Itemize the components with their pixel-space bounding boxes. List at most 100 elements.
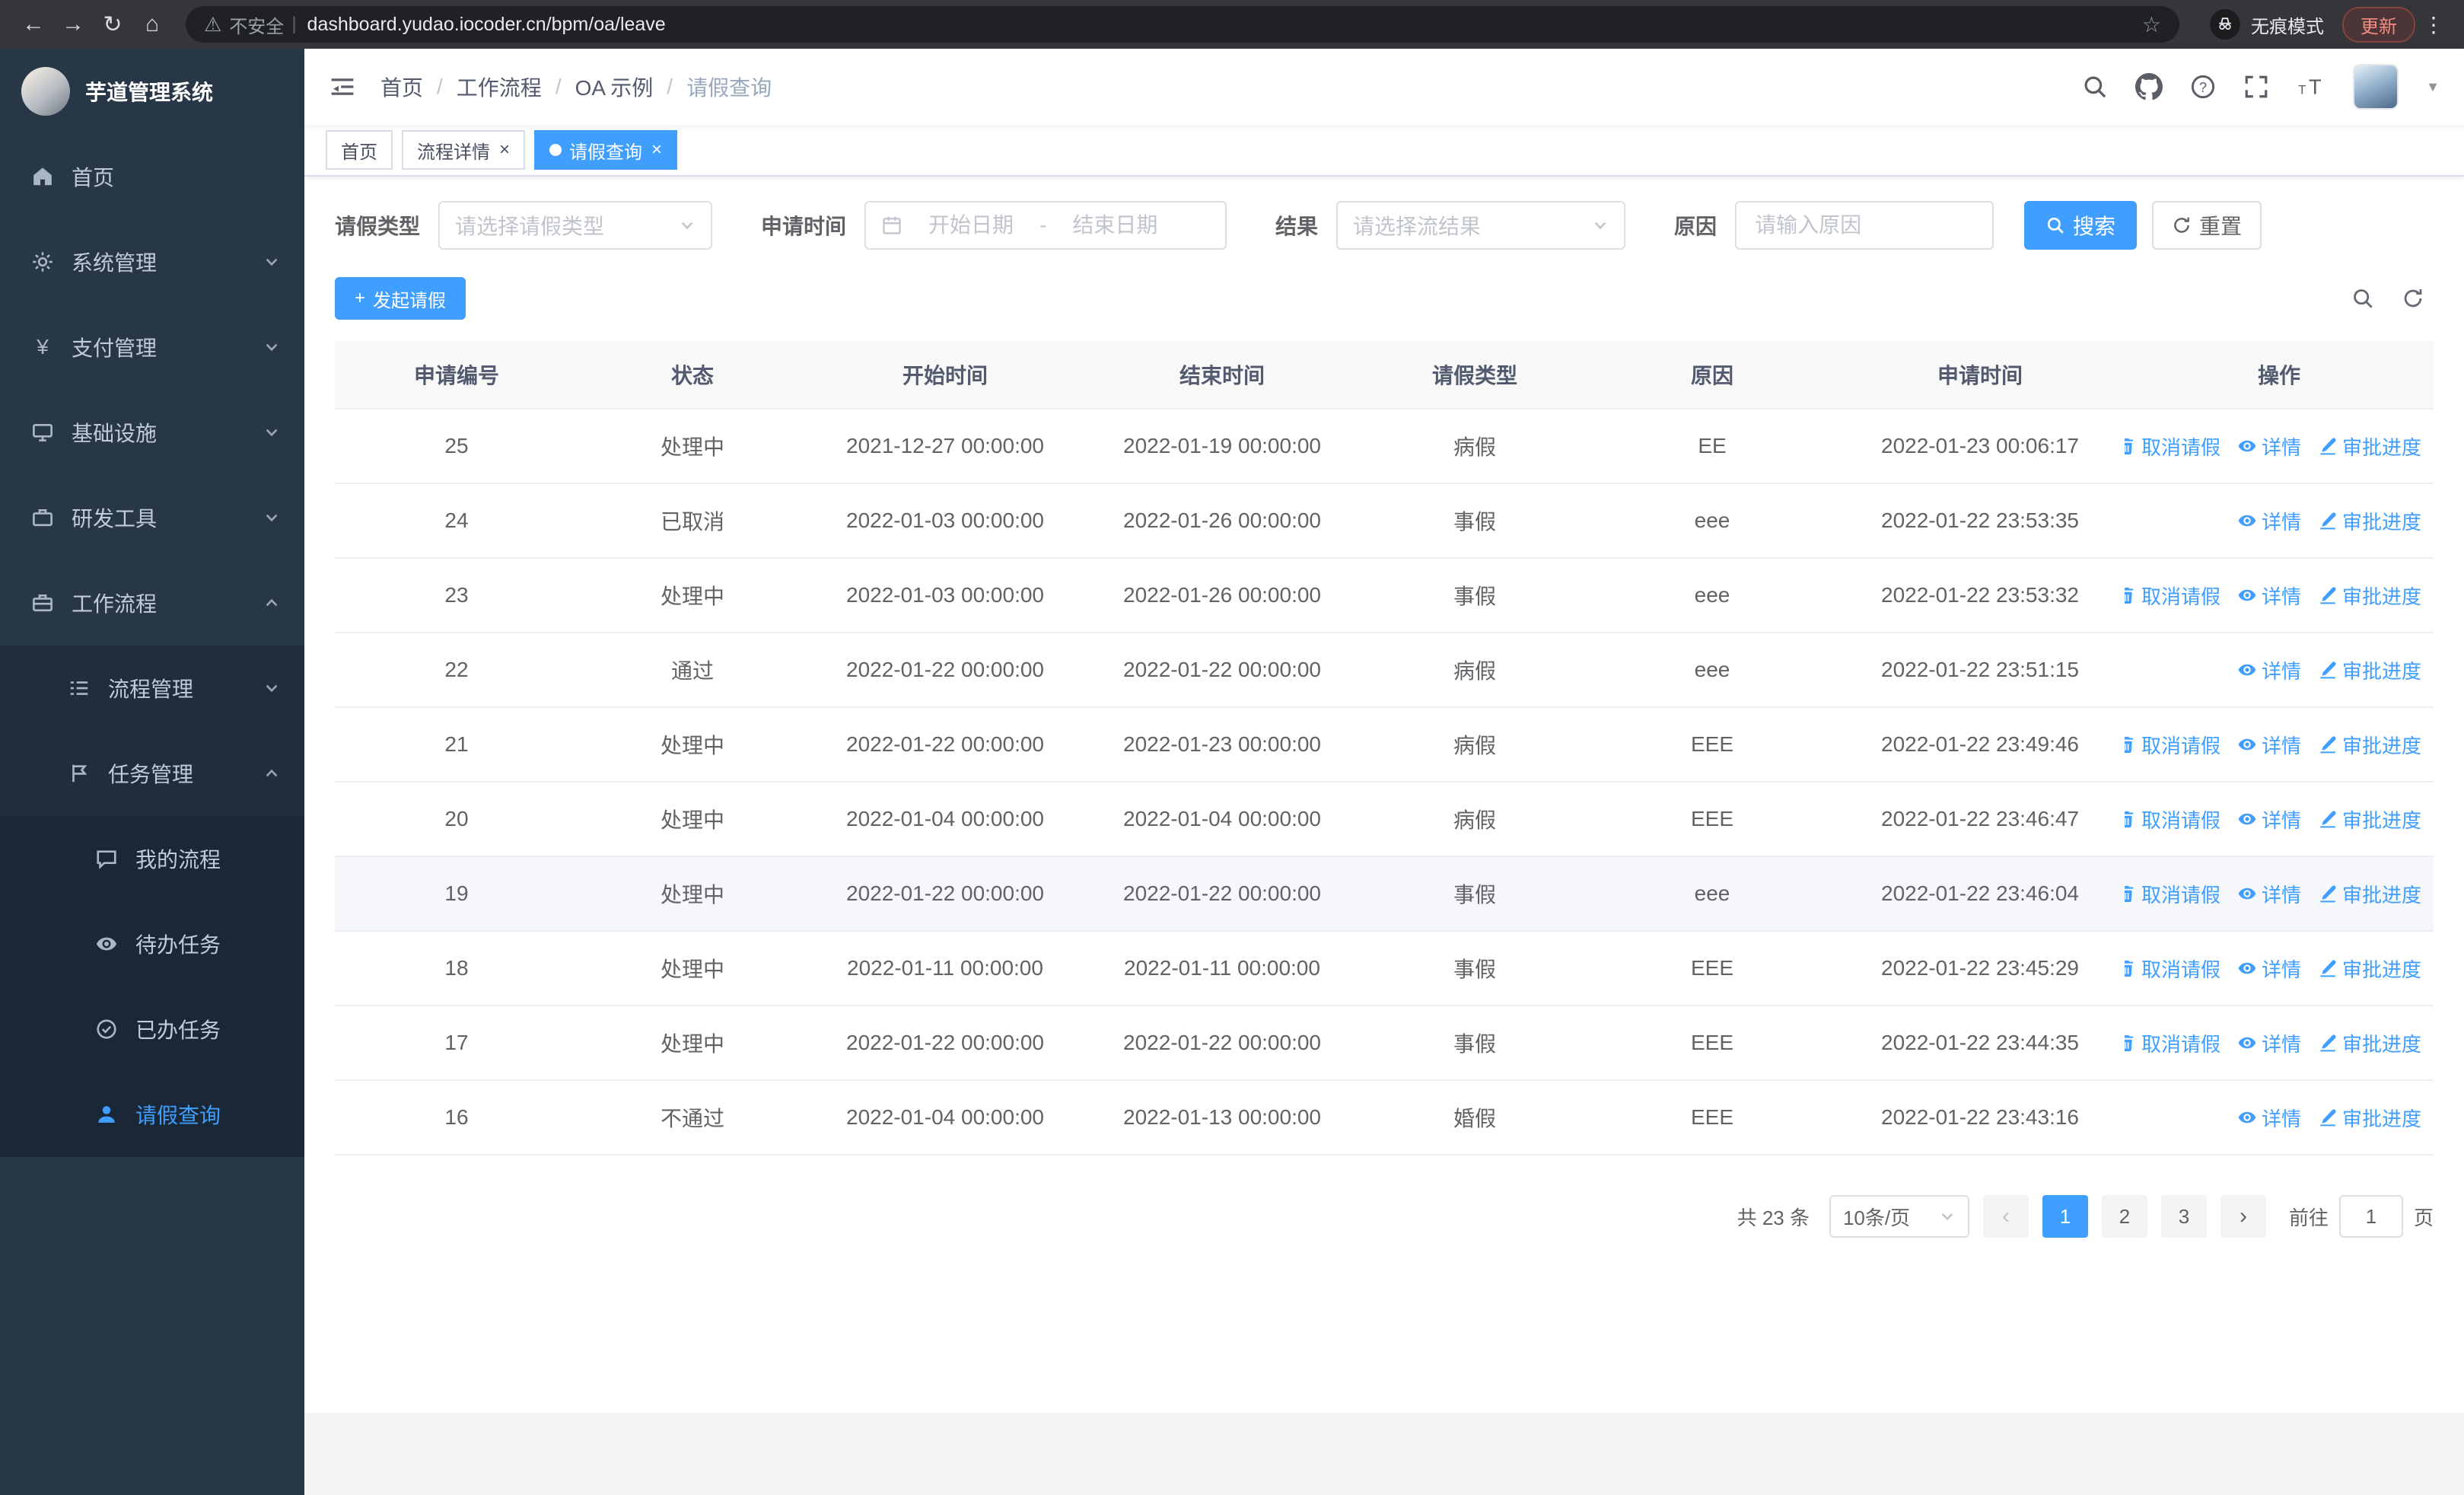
page-button-2[interactable]: 2 — [2101, 1195, 2147, 1238]
prev-page-button[interactable]: ‹ — [1982, 1195, 2029, 1238]
tab-process-detail[interactable]: 流程详情 × — [402, 130, 526, 170]
col-end-time: 结束时间 — [1084, 341, 1361, 410]
address-bar[interactable]: ⚠ 不安全 | dashboard.yudao.iocoder.cn/bpm/o… — [186, 6, 2179, 43]
result-select[interactable]: 请选择流结果 — [1336, 201, 1626, 250]
cancel-action-link[interactable]: 取消请假 — [2125, 1029, 2220, 1057]
close-icon[interactable]: × — [499, 141, 510, 159]
refresh-icon[interactable] — [2402, 287, 2424, 310]
progress-action-link[interactable]: 审批进度 — [2318, 731, 2421, 759]
sidebar-item-todo-tasks[interactable]: 待办任务 — [0, 901, 304, 987]
tab-leave-query[interactable]: 请假查询 × — [534, 130, 678, 170]
progress-action-link[interactable]: 审批进度 — [2318, 582, 2421, 610]
cell-end-time: 2022-01-13 00:00:00 — [1084, 1080, 1361, 1156]
avatar-dropdown-caret-icon[interactable]: ▼ — [2426, 79, 2440, 95]
sidebar-item-leave-query[interactable]: 请假查询 — [0, 1072, 304, 1157]
cell-start-time: 2022-01-04 00:00:00 — [807, 782, 1084, 857]
eye-icon — [2237, 1108, 2257, 1127]
forward-icon[interactable]: → — [55, 6, 91, 43]
cancel-action-link[interactable]: 取消请假 — [2125, 582, 2220, 610]
col-reason: 原因 — [1589, 341, 1835, 410]
cell-leave-type: 病假 — [1361, 633, 1589, 708]
home-icon[interactable]: ⌂ — [134, 6, 170, 43]
edit-icon — [2318, 958, 2338, 978]
detail-action-link[interactable]: 详情 — [2237, 432, 2301, 461]
cancel-action-link[interactable]: 取消请假 — [2125, 432, 2220, 461]
start-date-input[interactable] — [912, 213, 1031, 237]
browser-menu-icon[interactable]: ⋮ — [2418, 12, 2449, 37]
next-page-button[interactable]: › — [2220, 1195, 2266, 1238]
sidebar-item-my-process[interactable]: 我的流程 — [0, 816, 304, 901]
detail-action-link[interactable]: 详情 — [2237, 731, 2301, 759]
search-icon[interactable] — [2082, 74, 2108, 100]
detail-action-link[interactable]: 详情 — [2237, 1029, 2301, 1057]
sidebar-item-process-mgmt[interactable]: 流程管理 — [0, 645, 304, 731]
cell-status: 处理中 — [578, 707, 807, 783]
search-button-label: 搜索 — [2073, 215, 2116, 238]
end-date-input[interactable] — [1055, 213, 1175, 237]
progress-action-link[interactable]: 审批进度 — [2318, 1029, 2421, 1057]
goto-page-input[interactable] — [2338, 1195, 2403, 1238]
progress-action-link[interactable]: 审批进度 — [2318, 656, 2421, 684]
cancel-action-link[interactable]: 取消请假 — [2125, 805, 2220, 834]
progress-action-link[interactable]: 审批进度 — [2318, 1104, 2421, 1132]
sidebar-item-pay[interactable]: ¥ 支付管理 — [0, 304, 304, 390]
detail-action-link[interactable]: 详情 — [2237, 1104, 2301, 1132]
github-icon[interactable] — [2135, 73, 2163, 100]
page-button-1[interactable]: 1 — [2042, 1195, 2088, 1238]
cancel-action-link[interactable]: 取消请假 — [2125, 955, 2220, 983]
cell-start-time: 2022-01-03 00:00:00 — [807, 558, 1084, 633]
detail-action-link[interactable]: 详情 — [2237, 805, 2301, 834]
table-row: 18 处理中 2022-01-11 00:00:00 2022-01-11 00… — [335, 931, 2434, 1006]
user-avatar[interactable] — [2353, 64, 2399, 110]
reload-icon[interactable]: ↻ — [94, 6, 131, 43]
detail-action-link[interactable]: 详情 — [2237, 656, 2301, 684]
leave-type-select[interactable]: 请选择请假类型 — [438, 201, 713, 250]
row-actions: 取消请假 详情 审批进度 — [2125, 1029, 2434, 1057]
progress-action-link[interactable]: 审批进度 — [2318, 880, 2421, 908]
cancel-action-link[interactable]: 取消请假 — [2125, 731, 2220, 759]
breadcrumb-workflow[interactable]: 工作流程 — [457, 72, 542, 102]
search-button[interactable]: 搜索 — [2024, 201, 2138, 250]
page-size-select[interactable]: 10条/页 — [1829, 1195, 1969, 1238]
sidebar-item-infra[interactable]: 基础设施 — [0, 390, 304, 475]
sidebar-item-workflow[interactable]: 工作流程 — [0, 560, 304, 645]
edit-icon — [2318, 585, 2338, 605]
breadcrumb-oa-example[interactable]: OA 示例 — [575, 72, 654, 102]
task-submenu: 我的流程 待办任务 已办任务 请假查询 — [0, 816, 304, 1157]
date-range-picker[interactable]: - — [864, 201, 1227, 250]
total-count: 共 23 条 — [1737, 1206, 1810, 1229]
detail-action-link[interactable]: 详情 — [2237, 582, 2301, 610]
breadcrumb-home[interactable]: 首页 — [380, 72, 423, 102]
reset-button[interactable]: 重置 — [2152, 201, 2262, 250]
reason-input[interactable] — [1735, 201, 1994, 250]
progress-action-link[interactable]: 审批进度 — [2318, 432, 2421, 461]
detail-action-link[interactable]: 详情 — [2237, 880, 2301, 908]
sidebar-item-home[interactable]: 首页 — [0, 134, 304, 219]
col-status: 状态 — [578, 341, 807, 410]
font-size-icon[interactable]: TT — [2297, 74, 2326, 100]
sidebar-item-done-tasks[interactable]: 已办任务 — [0, 987, 304, 1072]
progress-action-link[interactable]: 审批进度 — [2318, 955, 2421, 983]
sidebar-item-dev-tools[interactable]: 研发工具 — [0, 475, 304, 560]
hide-search-icon[interactable] — [2351, 287, 2374, 310]
back-icon[interactable]: ← — [15, 6, 52, 43]
cancel-action-link[interactable]: 取消请假 — [2125, 880, 2220, 908]
fullscreen-icon[interactable] — [2243, 74, 2269, 100]
bookmark-star-icon[interactable]: ☆ — [2142, 12, 2161, 37]
page-button-3[interactable]: 3 — [2160, 1195, 2207, 1238]
detail-action-link[interactable]: 详情 — [2237, 507, 2301, 535]
sidebar-item-system[interactable]: 系统管理 — [0, 219, 304, 304]
security-indicator[interactable]: ⚠ 不安全 | — [204, 11, 297, 38]
detail-action-link[interactable]: 详情 — [2237, 955, 2301, 983]
app-frame: 芋道管理系统 首页 系统管理 ¥ 支付管理 基础设施 研发工具 工作流程 流程管… — [0, 49, 2464, 1495]
tab-home[interactable]: 首页 — [326, 130, 393, 170]
sidebar-fold-icon[interactable] — [329, 73, 356, 100]
sidebar-item-task-mgmt[interactable]: 任务管理 — [0, 731, 304, 816]
close-icon[interactable]: × — [651, 141, 662, 159]
browser-update-button[interactable]: 更新 — [2342, 6, 2415, 43]
help-icon[interactable]: ? — [2190, 74, 2216, 100]
create-leave-button[interactable]: + 发起请假 — [335, 277, 466, 320]
progress-action-link[interactable]: 审批进度 — [2318, 805, 2421, 834]
progress-action-link[interactable]: 审批进度 — [2318, 507, 2421, 535]
app-logo[interactable]: 芋道管理系统 — [0, 49, 304, 134]
